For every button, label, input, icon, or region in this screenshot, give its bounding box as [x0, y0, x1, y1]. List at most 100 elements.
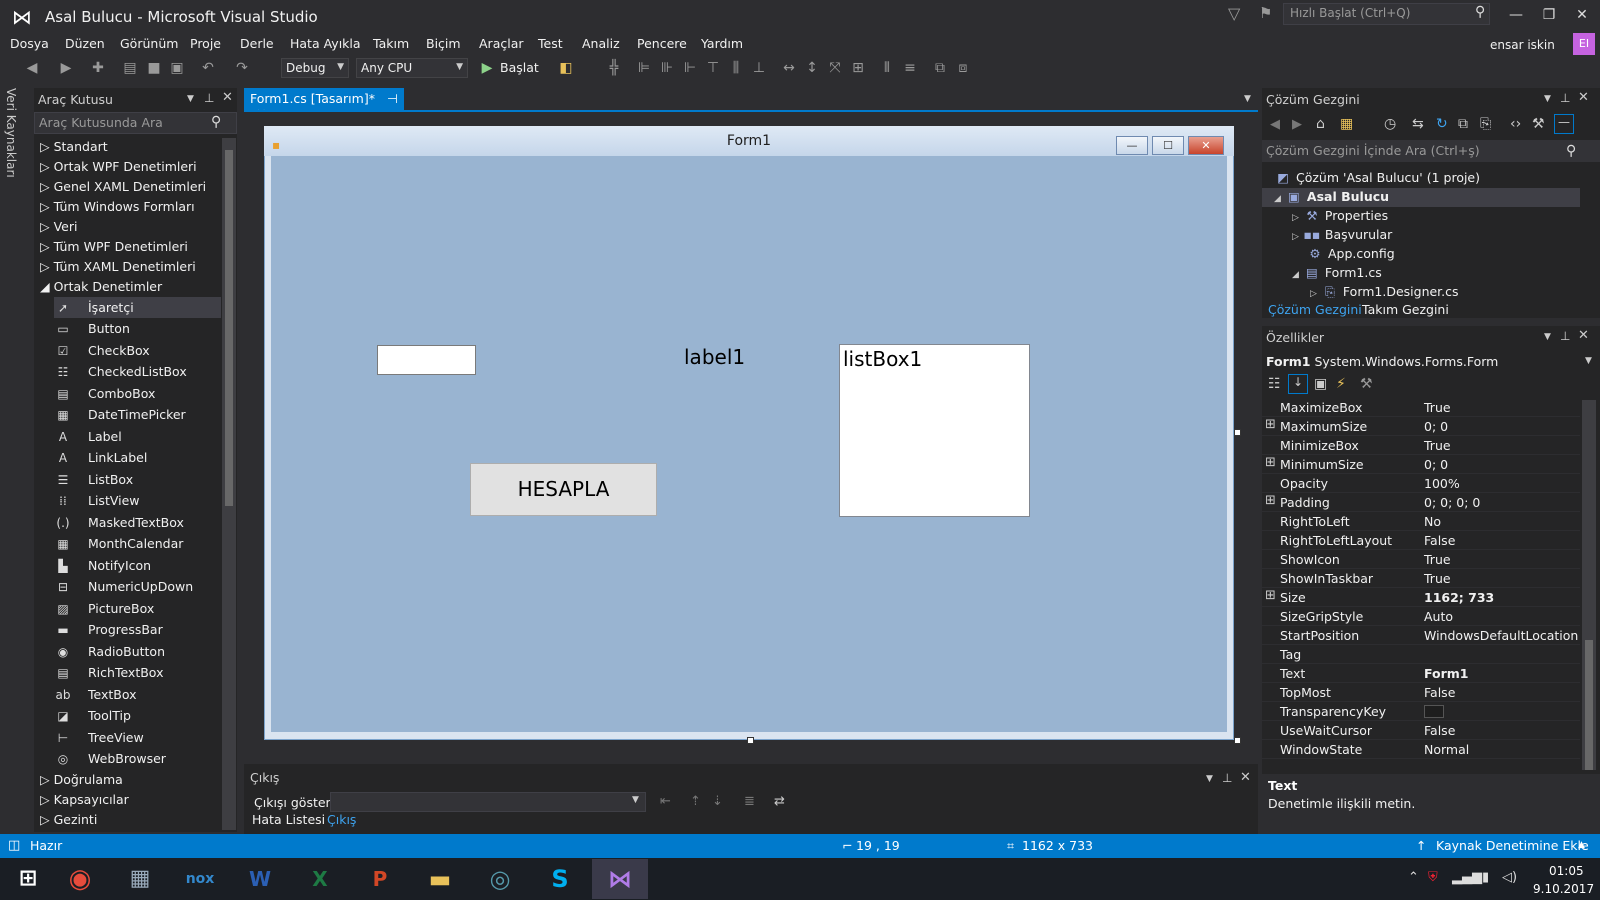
- property-value[interactable]: True: [1424, 438, 1451, 453]
- save-icon[interactable]: ■: [144, 58, 164, 78]
- forward-icon[interactable]: ▶: [56, 58, 76, 78]
- menu-edit[interactable]: Düzen: [65, 34, 105, 54]
- toolbox-category[interactable]: ▷ Ortak WPF Denetimleri: [40, 159, 197, 174]
- align-top-icon[interactable]: ⊤: [703, 58, 723, 78]
- pin-icon[interactable]: ⊥: [204, 91, 214, 105]
- property-row[interactable]: TransparencyKey: [1262, 702, 1580, 721]
- property-row[interactable]: Tag: [1262, 645, 1580, 664]
- save-all-icon[interactable]: ▣: [167, 58, 187, 78]
- properties-scroll-thumb[interactable]: [1585, 640, 1593, 770]
- undo-icon[interactable]: ↶: [198, 58, 218, 78]
- excel-icon[interactable]: X: [292, 859, 348, 899]
- property-row[interactable]: RightToLeft No: [1262, 512, 1580, 531]
- tool-combobox[interactable]: ▤ ComboBox: [54, 383, 221, 404]
- clock-date[interactable]: 9.10.2017: [1533, 882, 1594, 896]
- word-icon[interactable]: W: [232, 859, 288, 899]
- alphabetical-icon[interactable]: ↓: [1288, 374, 1308, 394]
- property-value[interactable]: 0; 0; 0; 0: [1424, 495, 1480, 510]
- tab-output[interactable]: Çıkış: [327, 812, 356, 827]
- tree-form1-designer[interactable]: ▷ ⎘ Form1.Designer.cs: [1310, 284, 1459, 300]
- menu-test[interactable]: Test: [538, 34, 563, 54]
- expand-icon[interactable]: ⊞: [1265, 417, 1276, 432]
- calculator-icon[interactable]: ▦: [112, 859, 168, 899]
- property-value[interactable]: False: [1424, 723, 1455, 738]
- toolbox-search-input[interactable]: Araç Kutusunda Ara: [34, 112, 237, 134]
- toolbox-category[interactable]: ▷ Veri: [40, 219, 77, 234]
- forward-icon[interactable]: ▶: [1292, 117, 1302, 132]
- switch-views-icon[interactable]: ▦: [1340, 116, 1353, 132]
- antivirus-icon[interactable]: ⛨: [1428, 870, 1438, 885]
- property-value[interactable]: False: [1424, 685, 1455, 700]
- user-name[interactable]: ensar iskin: [1490, 38, 1555, 52]
- expand-arrow-icon[interactable]: ▷: [1292, 232, 1299, 242]
- textbox1[interactable]: [377, 345, 476, 375]
- hesapla-button[interactable]: HESAPLA: [470, 463, 657, 516]
- make-same-height-icon[interactable]: ↕: [802, 58, 822, 78]
- pending-changes-icon[interactable]: ◷: [1384, 116, 1396, 132]
- search-icon[interactable]: ⚲: [211, 114, 221, 130]
- solution-platform-select[interactable]: Any CPU ▼: [356, 58, 468, 78]
- chevron-down-icon[interactable]: ▼: [1206, 774, 1213, 784]
- horizontal-spacing-icon[interactable]: ⫴: [877, 58, 897, 78]
- menu-debug[interactable]: Hata Ayıkla: [290, 34, 361, 54]
- property-row[interactable]: ⊞ Size 1162; 733: [1262, 588, 1580, 607]
- close-button[interactable]: ✕: [1568, 4, 1596, 28]
- toolbox-category[interactable]: ▷ Tüm XAML Denetimleri: [40, 259, 196, 274]
- property-value[interactable]: True: [1424, 400, 1451, 415]
- output-source-select[interactable]: [330, 792, 646, 812]
- property-value[interactable]: True: [1424, 571, 1451, 586]
- menu-project[interactable]: Proje: [190, 34, 221, 54]
- sync-icon[interactable]: ⇆: [1412, 116, 1424, 132]
- tool-datetimepicker[interactable]: ▦ DateTimePicker: [54, 404, 221, 425]
- menu-view[interactable]: Görünüm: [120, 34, 178, 54]
- tool-maskedtextbox[interactable]: (.) MaskedTextBox: [54, 512, 221, 533]
- menu-help[interactable]: Yardım: [701, 34, 743, 54]
- expand-arrow-icon[interactable]: ▷: [1292, 213, 1299, 223]
- refresh-icon[interactable]: ↻: [1436, 116, 1448, 132]
- tab-solution-explorer[interactable]: Çözüm Gezgini: [1268, 302, 1362, 317]
- back-icon[interactable]: ◀: [1270, 117, 1280, 132]
- pin-icon[interactable]: ⊥: [1560, 91, 1570, 105]
- show-all-files-icon[interactable]: ⎘: [1480, 116, 1491, 132]
- pin-icon[interactable]: ⊣: [387, 91, 398, 106]
- property-value[interactable]: True: [1424, 552, 1451, 567]
- search-icon[interactable]: ⚲: [1566, 143, 1576, 159]
- property-value[interactable]: 0; 0: [1424, 419, 1448, 434]
- resize-handle[interactable]: [1234, 429, 1241, 436]
- nox-icon[interactable]: nox: [172, 859, 228, 899]
- menu-build[interactable]: Derle: [240, 34, 274, 54]
- tool-webbrowser[interactable]: ◎ WebBrowser: [54, 748, 221, 769]
- property-value[interactable]: 100%: [1424, 476, 1460, 491]
- new-project-icon[interactable]: ✚: [88, 58, 108, 78]
- solution-search-input[interactable]: Çözüm Gezgini İçinde Ara (Ctrl+ş): [1262, 140, 1600, 162]
- tab-form1-design[interactable]: Form1.cs [Tasarım]* ⊣ ✕: [244, 88, 404, 121]
- back-icon[interactable]: ◀: [22, 58, 42, 78]
- tool-checkbox[interactable]: ☑ CheckBox: [54, 340, 221, 361]
- property-pages-icon[interactable]: ⚒: [1360, 376, 1373, 392]
- file-explorer-icon[interactable]: ▬: [412, 859, 468, 899]
- expand-icon[interactable]: ⊞: [1265, 588, 1276, 603]
- toolbox-category[interactable]: ▷ Genel XAML Denetimleri: [40, 179, 206, 194]
- property-row[interactable]: TopMost False: [1262, 683, 1580, 702]
- chevron-up-icon[interactable]: ▲: [1578, 840, 1585, 850]
- properties-view-icon[interactable]: ▣: [1314, 376, 1327, 392]
- form1-client-area[interactable]: [271, 156, 1227, 732]
- toolbox-category-expanded[interactable]: ◢ Ortak Denetimler: [40, 279, 162, 294]
- make-same-size-icon[interactable]: ⤧: [825, 58, 845, 78]
- align-middle-icon[interactable]: ⫼: [726, 58, 746, 78]
- tool-numericupdown[interactable]: ⊟ NumericUpDown: [54, 576, 221, 597]
- tool-checkedlistbox[interactable]: ☷ CheckedListBox: [54, 361, 221, 382]
- word-wrap-icon[interactable]: ⇄: [774, 794, 785, 809]
- toolbox-category[interactable]: ▷ Gezinti: [40, 812, 97, 827]
- tree-solution[interactable]: ◩ Çözüm 'Asal Bulucu' (1 proje): [1274, 170, 1480, 185]
- menu-team[interactable]: Takım: [373, 34, 409, 54]
- close-icon[interactable]: ✕: [1240, 770, 1251, 785]
- preview-selected-icon[interactable]: —: [1554, 114, 1574, 134]
- categorized-icon[interactable]: ☷: [1268, 376, 1281, 392]
- clear-all-icon[interactable]: ≣: [744, 794, 755, 809]
- app-icon[interactable]: ◎: [472, 859, 528, 899]
- add-to-source-control-button[interactable]: Kaynak Denetimine Ekle: [1436, 838, 1589, 853]
- size-to-grid-icon[interactable]: ⊞: [848, 58, 868, 78]
- property-value[interactable]: No: [1424, 514, 1441, 529]
- open-file-icon[interactable]: ▤: [120, 58, 140, 78]
